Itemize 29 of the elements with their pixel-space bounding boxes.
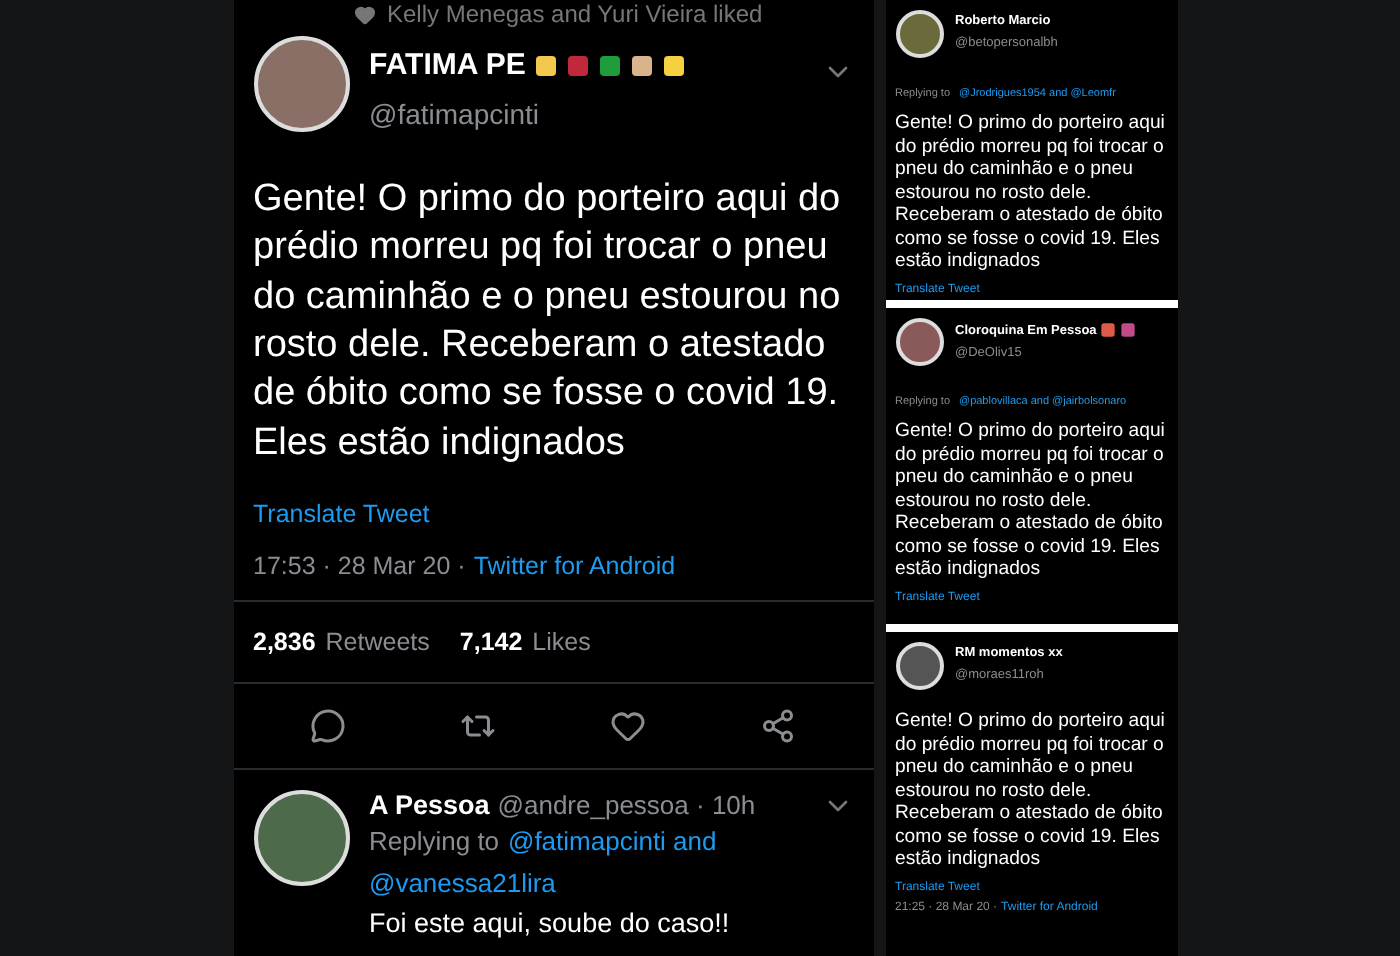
mention-links[interactable]: @fatimapcinti and [508, 825, 717, 856]
author-handle: @fatimapcinti [369, 98, 542, 130]
tweet-text: Gente! O primo do porteiro aqui do prédio morreu pq foi trocar o pneu do caminhão e o pneu estourou no rosto dele. Receberam o atestado de óbito como se fosse o covid 19. Eles estão indignados [253, 176, 843, 468]
source-link[interactable]: Twitter for Android [473, 551, 676, 580]
avatar [895, 10, 943, 58]
retweets-count: 2,836 [253, 627, 316, 656]
tweet-text: Gente! O primo do porteiro aqui do prédio morreu pq foi trocar o pneu do caminhão e o pneu estourou no rosto dele. Receberam o atestado de óbito como se fosse o covid 19. Eles estão indignados [895, 420, 1167, 581]
tweet-text: Gente! O primo do porteiro aqui do prédio morreu pq foi trocar o pneu do caminhão e o pneu estourou no rosto dele. Receberam o atestado de óbito como se fosse o covid 19. Eles estão indignados [895, 710, 1167, 871]
author-handle: @andre_pessoa · 10h [497, 789, 756, 820]
avatar [895, 318, 943, 366]
translate-link[interactable]: Translate Tweet [253, 499, 430, 528]
reply-text: Foi este aqui, soube do caso!! [369, 905, 732, 941]
author-name: A Pessoa [369, 789, 490, 820]
author-name: FATIMA PE [369, 48, 526, 82]
reply-icon[interactable] [310, 707, 346, 744]
avatar [253, 36, 349, 132]
likes-count: 7,142 [459, 627, 523, 656]
liked-text: Kelly Menegas and Yuri Vieira liked [387, 0, 763, 28]
tweet-timestamp: 17:53 · 28 Mar 20 · [253, 551, 466, 580]
share-icon[interactable] [760, 707, 796, 744]
retweets-label: Retweets [325, 627, 430, 656]
likes-label: Likes [532, 627, 591, 656]
like-icon[interactable] [610, 707, 646, 744]
tweet-text: Gente! O primo do porteiro aqui do prédio morreu pq foi trocar o pneu do caminhão e o pneu estourou no rosto dele. Receberam o atestado de óbito como se fosse o covid 19. Eles estão indignados [895, 112, 1167, 273]
replying-label: Replying to [369, 825, 500, 856]
avatar [253, 789, 349, 886]
avatar [895, 642, 943, 690]
mention-link[interactable]: @vanessa21lira [369, 867, 556, 898]
heart-icon [353, 3, 375, 25]
